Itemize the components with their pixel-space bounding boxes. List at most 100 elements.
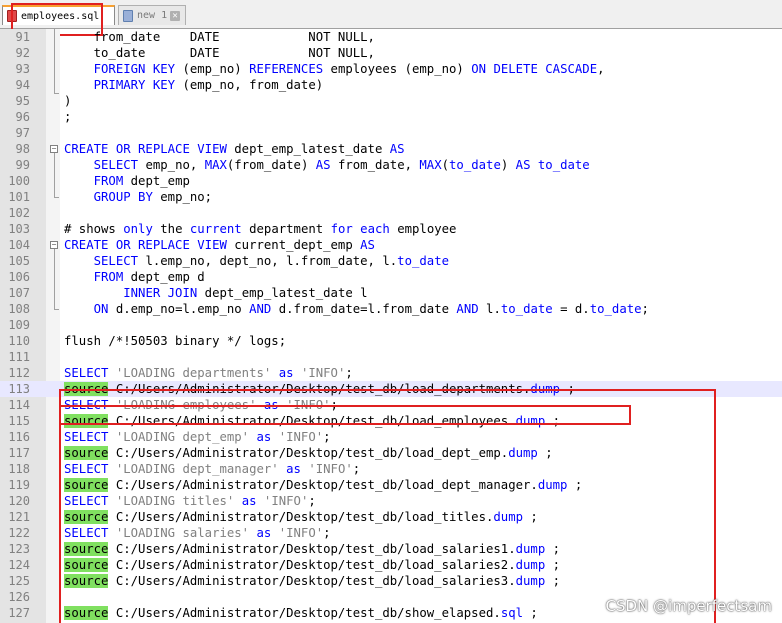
code-line[interactable]: 106 FROM dept_emp d bbox=[0, 269, 782, 285]
line-number: 111 bbox=[8, 350, 30, 364]
code-line[interactable]: 125 source C:/Users/Administrator/Desktop… bbox=[0, 573, 782, 589]
code-text: GROUP BY emp_no; bbox=[64, 189, 212, 205]
code-line[interactable]: 101 GROUP BY emp_no; bbox=[0, 189, 782, 205]
code-line[interactable]: 111 bbox=[0, 349, 782, 365]
code-line[interactable]: 104 CREATE OR REPLACE VIEW current_dept_e… bbox=[0, 237, 782, 253]
sql-keyword: dump bbox=[493, 510, 524, 524]
code-line[interactable]: 105 SELECT l.emp_no, dept_no, l.from_dat… bbox=[0, 253, 782, 269]
code-line[interactable]: 94 PRIMARY KEY (emp_no, from_date) bbox=[0, 77, 782, 93]
tab-employees-sql[interactable]: employees.sql bbox=[2, 5, 115, 25]
sql-keyword: MAX bbox=[204, 158, 227, 172]
code-line[interactable]: 120 SELECT 'LOADING titles' as 'INFO'; bbox=[0, 493, 782, 509]
code-line[interactable]: 109 bbox=[0, 317, 782, 333]
line-number: 120 bbox=[8, 494, 30, 508]
line-number: 96 bbox=[15, 110, 30, 124]
code-line[interactable]: 107 INNER JOIN dept_emp_latest_date l bbox=[0, 285, 782, 301]
code-line[interactable]: 92 to_date DATE NOT NULL, bbox=[0, 45, 782, 61]
line-number: 102 bbox=[8, 206, 30, 220]
line-number: 93 bbox=[15, 62, 30, 76]
code-line[interactable]: 99 SELECT emp_no, MAX(from_date) AS from… bbox=[0, 157, 782, 173]
code-line[interactable]: 108 ON d.emp_no=l.emp_no AND d.from_date… bbox=[0, 301, 782, 317]
code-line[interactable]: 121 source C:/Users/Administrator/Desktop… bbox=[0, 509, 782, 525]
code-token: = d. bbox=[552, 302, 590, 316]
line-number: 108 bbox=[8, 302, 30, 316]
code-editor[interactable]: 91 from_date DATE NOT NULL, 92 to_date DA… bbox=[0, 29, 782, 623]
tab-new-1[interactable]: new 1 ✕ bbox=[118, 5, 186, 25]
code-line[interactable]: 114 SELECT 'LOADING employees' as 'INFO'; bbox=[0, 397, 782, 413]
fold-toggle-icon[interactable]: − bbox=[50, 145, 58, 153]
tab-label: new 1 bbox=[137, 10, 168, 21]
code-token: ; bbox=[641, 302, 649, 316]
line-number: 101 bbox=[8, 190, 30, 204]
line-number: 115 bbox=[8, 414, 30, 428]
code-token: ; bbox=[523, 510, 538, 524]
code-text: SELECT 'LOADING dept_manager' as 'INFO'; bbox=[64, 461, 360, 477]
code-token: from_date, bbox=[330, 158, 420, 172]
code-line[interactable]: 93 FOREIGN KEY (emp_no) REFERENCES emplo… bbox=[0, 61, 782, 77]
sql-keyword: to_date bbox=[589, 302, 642, 316]
code-line[interactable]: 100 FROM dept_emp bbox=[0, 173, 782, 189]
line-number: 125 bbox=[8, 574, 30, 588]
code-line[interactable]: 118 SELECT 'LOADING dept_manager' as 'INF… bbox=[0, 461, 782, 477]
code-line[interactable]: 116 SELECT 'LOADING dept_emp' as 'INFO'; bbox=[0, 429, 782, 445]
code-line[interactable]: 113 source C:/Users/Administrator/Desktop… bbox=[0, 381, 782, 397]
sql-keyword: dump bbox=[515, 574, 546, 588]
line-number: 127 bbox=[8, 606, 30, 620]
code-token: ; bbox=[523, 606, 538, 620]
code-line[interactable]: 98 CREATE OR REPLACE VIEW dept_emp_latest… bbox=[0, 141, 782, 157]
code-token: ; bbox=[537, 446, 553, 460]
code-line[interactable]: 115 source C:/Users/Administrator/Desktop… bbox=[0, 413, 782, 429]
fold-toggle-icon[interactable]: − bbox=[50, 241, 58, 249]
sql-keyword: as bbox=[256, 430, 272, 444]
code-line[interactable]: 110 flush /*!50503 binary */ logs; bbox=[0, 333, 782, 349]
code-text: source C:/Users/Administrator/Desktop/te… bbox=[64, 605, 538, 621]
code-line[interactable]: 112 SELECT 'LOADING departments' as 'INFO… bbox=[0, 365, 782, 381]
code-line[interactable]: 119 source C:/Users/Administrator/Desktop… bbox=[0, 477, 782, 493]
code-line[interactable]: 97 bbox=[0, 125, 782, 141]
code-text: SELECT 'LOADING titles' as 'INFO'; bbox=[64, 493, 316, 509]
code-line[interactable]: 124 source C:/Users/Administrator/Desktop… bbox=[0, 557, 782, 573]
line-number: 106 bbox=[8, 270, 30, 284]
sql-string: 'LOADING dept_emp' bbox=[115, 430, 250, 444]
code-line[interactable]: 103 # shows only the current department f… bbox=[0, 221, 782, 237]
sql-string: 'INFO' bbox=[263, 494, 309, 508]
sql-keyword: MAX bbox=[419, 158, 442, 172]
code-token: ; bbox=[545, 574, 561, 588]
code-token: ; bbox=[545, 558, 561, 572]
source-keyword: source bbox=[64, 510, 109, 524]
code-line[interactable]: 117 source C:/Users/Administrator/Desktop… bbox=[0, 445, 782, 461]
source-keyword: source bbox=[64, 574, 109, 588]
code-line[interactable]: 96; bbox=[0, 109, 782, 125]
code-text: flush /*!50503 binary */ logs; bbox=[64, 333, 286, 349]
code-token: (from_date) bbox=[226, 158, 316, 172]
code-token: dept_emp_latest_date l bbox=[197, 286, 368, 300]
sql-keyword: REFERENCES bbox=[249, 62, 324, 76]
sql-keyword: AND bbox=[249, 302, 272, 316]
code-line[interactable]: 91 from_date DATE NOT NULL, bbox=[0, 29, 782, 45]
code-line[interactable]: 122 SELECT 'LOADING salaries' as 'INFO'; bbox=[0, 525, 782, 541]
sql-keyword: current bbox=[189, 222, 242, 236]
code-line[interactable]: 102 bbox=[0, 205, 782, 221]
sql-keyword: as bbox=[263, 398, 279, 412]
code-line[interactable]: 123 source C:/Users/Administrator/Desktop… bbox=[0, 541, 782, 557]
line-number: 104 bbox=[8, 238, 30, 252]
code-token: C:/Users/Administrator/Desktop/test_db/s… bbox=[108, 606, 501, 620]
code-line[interactable]: 95) bbox=[0, 93, 782, 109]
sql-keyword: FOREIGN KEY bbox=[93, 62, 176, 76]
line-number: 122 bbox=[8, 526, 30, 540]
line-number: 121 bbox=[8, 510, 30, 524]
watermark: CSDN @imperfectsam bbox=[605, 597, 773, 615]
code-token: d.emp_no=l.emp_no bbox=[108, 302, 250, 316]
sql-keyword: as bbox=[278, 366, 294, 380]
close-icon[interactable]: ✕ bbox=[170, 10, 181, 21]
sql-keyword: dump bbox=[530, 382, 561, 396]
